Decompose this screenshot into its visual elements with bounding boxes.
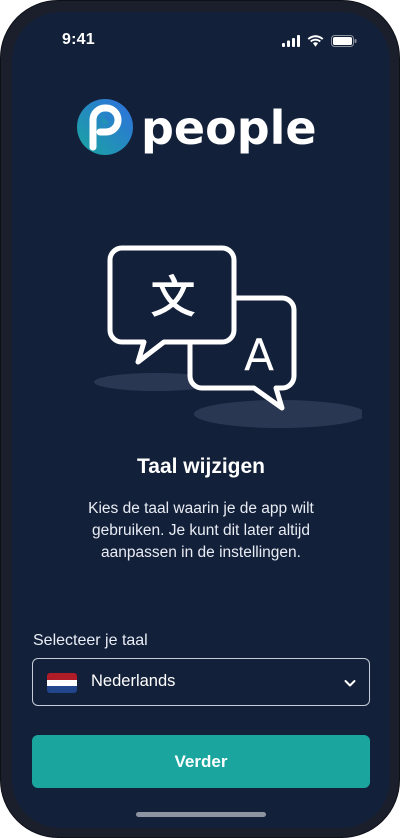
people-logo: people: [76, 98, 326, 158]
status-bar: 9:41: [12, 12, 390, 70]
status-time: 9:41: [62, 31, 95, 48]
page-title: Taal wijzigen: [137, 455, 265, 478]
status-icons: [282, 35, 357, 47]
language-select[interactable]: Nederlands: [32, 658, 370, 706]
glyph-latin: A: [244, 330, 274, 381]
chevron-down-icon: [344, 680, 356, 687]
page-description: Kies de taal waarin je de app wilt gebru…: [88, 500, 314, 561]
glyph-chinese: 文: [151, 272, 195, 323]
people-p-logo-icon: [77, 99, 133, 155]
logo-text: people: [141, 101, 317, 155]
phone-frame: 9:41 people 文 A Taal wijzigen Kies de ta…: [0, 0, 400, 838]
battery-icon: [331, 35, 357, 47]
next-button[interactable]: Verder: [32, 735, 370, 788]
app-screen: 9:41 people 文 A Taal wijzigen Kies de ta…: [12, 12, 390, 828]
netherlands-flag-icon: [47, 673, 77, 693]
wifi-icon: [307, 35, 324, 47]
signal-icon: [282, 35, 300, 47]
home-indicator[interactable]: [136, 812, 266, 817]
translate-speech-bubbles-icon: 文 A: [94, 245, 362, 428]
language-select-value: Nederlands: [91, 672, 176, 690]
language-select-label: Selecteer je taal: [33, 632, 148, 649]
